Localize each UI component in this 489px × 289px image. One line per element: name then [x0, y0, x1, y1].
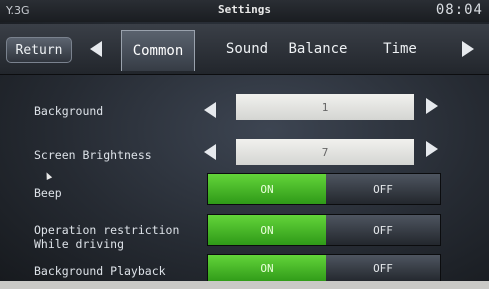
tab-sound[interactable]: Sound [216, 37, 278, 61]
background-next-arrow-icon[interactable] [426, 98, 438, 114]
restriction-toggle[interactable]: ON OFF [207, 214, 441, 246]
page-title: Settings [218, 3, 271, 16]
return-button[interactable]: Return [6, 37, 72, 63]
background-prev-arrow-icon[interactable] [204, 102, 216, 118]
settings-screen: Y.3G Settings 08:04 Return Common Sound … [0, 0, 489, 289]
tab-bar: Return Common Sound Balance Time [0, 24, 489, 75]
beep-toggle[interactable]: ON OFF [207, 173, 441, 205]
brightness-prev-arrow-icon[interactable] [204, 144, 216, 160]
tab-time[interactable]: Time [370, 37, 430, 61]
playback-on-option[interactable]: ON [208, 255, 326, 282]
brightness-label: Screen Brightness [34, 148, 152, 162]
bezel-bottom [0, 281, 489, 289]
beep-label: Beep [34, 186, 62, 200]
brightness-value: 7 [236, 139, 414, 165]
beep-off-option[interactable]: OFF [326, 174, 440, 204]
playback-off-option[interactable]: OFF [326, 255, 440, 282]
tab-balance[interactable]: Balance [282, 37, 354, 61]
brightness-next-arrow-icon[interactable] [426, 141, 438, 157]
restriction-label-line2: While driving [34, 237, 125, 251]
tab-prev-arrow-icon[interactable] [90, 41, 102, 57]
tab-next-arrow-icon[interactable] [462, 41, 474, 57]
playback-label: Background Playback [34, 264, 166, 278]
background-label: Background [34, 104, 104, 118]
beep-on-option[interactable]: ON [208, 174, 326, 204]
playback-toggle[interactable]: ON OFF [207, 254, 441, 283]
tab-common[interactable]: Common [121, 30, 195, 71]
restriction-off-option[interactable]: OFF [326, 215, 440, 245]
pointer-cursor-icon [43, 171, 53, 180]
status-bar: Y.3G Settings 08:04 [0, 0, 489, 22]
clock: 08:04 [435, 2, 483, 18]
background-value: 1 [236, 94, 414, 120]
restriction-on-option[interactable]: ON [208, 215, 326, 245]
restriction-label-line1: Operation restriction [34, 223, 180, 237]
